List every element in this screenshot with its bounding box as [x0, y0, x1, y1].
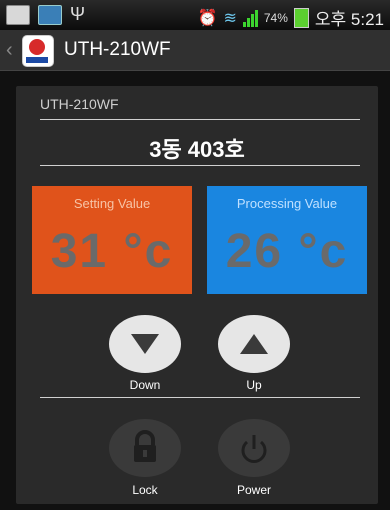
power-button[interactable]	[218, 419, 290, 477]
photo-icon	[38, 5, 62, 25]
power-label: Power	[236, 483, 271, 497]
wifi-icon: ≋	[223, 9, 237, 27]
down-button[interactable]	[109, 315, 181, 373]
device-name: UTH-210WF	[40, 96, 119, 112]
signal-icon	[242, 9, 258, 27]
app-logo-icon[interactable]	[22, 35, 54, 67]
image-icon	[6, 5, 30, 25]
processing-value: 26 °c	[225, 225, 349, 278]
down-label: Down	[129, 378, 161, 392]
setting-value-card: Setting Value 31 °c	[32, 186, 192, 294]
setting-value-label: Setting Value	[73, 196, 151, 211]
up-arrow-icon	[240, 334, 268, 354]
up-label: Up	[246, 378, 262, 392]
controller-panel: UTH-210WF 3동 403호 Setting Value 31 °c Pr…	[16, 86, 378, 504]
status-left: Ψ	[6, 5, 88, 25]
power-icon	[241, 435, 267, 463]
divider-top	[40, 119, 360, 120]
processing-value-card: Processing Value 26 °c	[207, 186, 367, 294]
action-bar: ‹ UTH-210WF	[0, 30, 390, 71]
lock-icon	[134, 430, 156, 462]
setting-value: 31 °c	[50, 225, 174, 278]
alarm-icon: ⏰	[197, 9, 218, 27]
status-bar: Ψ ⏰ ≋ 74% 오후 5:21	[0, 0, 390, 30]
status-right: ⏰ ≋ 74% 오후 5:21	[198, 5, 384, 30]
battery-percent: 74%	[263, 10, 288, 25]
processing-value-label: Processing Value	[236, 196, 338, 211]
divider-bottom	[40, 397, 360, 398]
app-title: UTH-210WF	[64, 39, 171, 60]
back-chevron-icon[interactable]: ‹	[6, 39, 13, 62]
lock-label: Lock	[132, 483, 158, 497]
down-arrow-icon	[131, 334, 159, 354]
up-button[interactable]	[218, 315, 290, 373]
clock: 오후 5:21	[314, 10, 384, 29]
usb-icon: Ψ	[70, 4, 86, 24]
room-label: 3동 403호	[149, 137, 245, 162]
divider-room	[40, 165, 360, 166]
battery-icon	[293, 7, 309, 28]
lock-button[interactable]	[109, 419, 181, 477]
